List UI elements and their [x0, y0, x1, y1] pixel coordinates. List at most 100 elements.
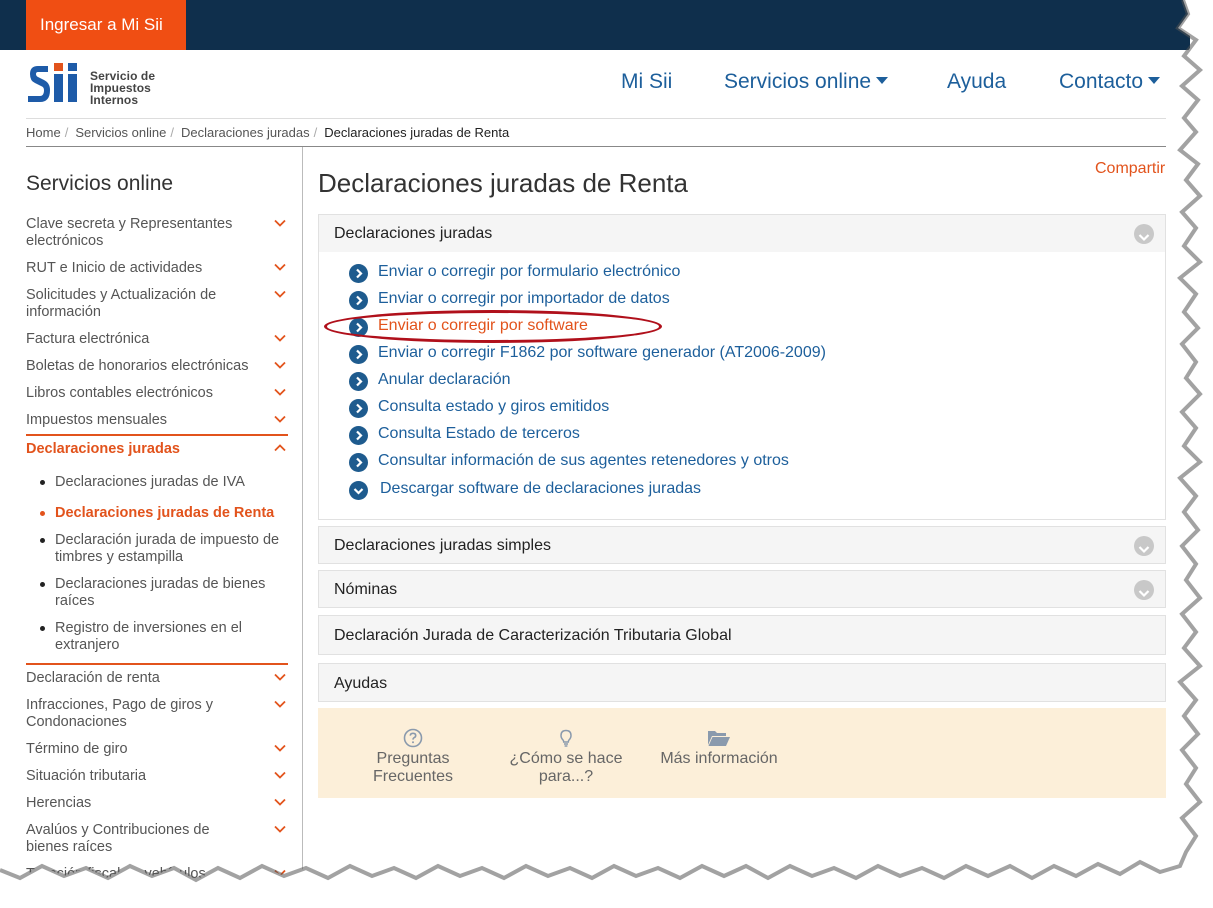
sidebar-subitem-label: Declaración jurada de impuesto de timbre… — [55, 532, 280, 565]
sidebar-item-clave-secreta[interactable]: Clave secreta y Representantes electróni… — [26, 216, 288, 250]
sidebar-item-label: Situación tributaria — [26, 768, 147, 784]
nav-ayuda[interactable]: Ayuda — [947, 70, 1006, 94]
login-button[interactable]: Ingresar a Mi Sii — [26, 0, 186, 50]
expand-circle-icon — [1134, 580, 1154, 600]
share-link[interactable]: Compartir — [1095, 160, 1165, 178]
chevron-down-icon — [1138, 590, 1150, 598]
help-box: Preguntas Frecuentes ¿Cómo se hace para.… — [318, 708, 1166, 798]
sidebar-item-situacion-tributaria[interactable]: Situación tributaria — [26, 768, 288, 785]
sidebar-subitem-label: Declaraciones juradas de IVA — [55, 474, 245, 490]
bullet-icon — [40, 538, 45, 543]
nav-contacto[interactable]: Contacto — [1059, 70, 1161, 94]
link-label: Descargar software de declaraciones jura… — [380, 480, 702, 497]
sidebar-item-impuestos-mensuales[interactable]: Impuestos mensuales — [26, 412, 288, 429]
chevron-right-circle-icon — [349, 399, 368, 418]
panel-caracterizacion-tributaria[interactable]: Declaración Jurada de Caracterización Tr… — [318, 615, 1166, 655]
link-label: Enviar o corregir por formulario electró… — [378, 263, 681, 280]
sii-logo[interactable]: Servicio de Impuestos Internos — [26, 60, 166, 110]
panel-declaraciones-juradas[interactable]: Declaraciones juradas — [318, 214, 1166, 253]
sidebar-item-label: Libros contables electrónicos — [26, 385, 213, 401]
page: Ingresar a Mi Sii Servicio de Impuestos … — [0, 0, 1190, 890]
sidebar-active-rule — [26, 434, 288, 436]
bullet-icon — [40, 582, 45, 587]
help-line-1: Más información — [660, 750, 778, 767]
folder-open-icon — [708, 731, 730, 746]
sidebar-item-boletas[interactable]: Boletas de honorarios electrónicas — [26, 358, 288, 375]
question-circle-icon — [403, 728, 423, 748]
help-como-se-hace[interactable]: ¿Cómo se hace para...? — [506, 728, 626, 786]
sidebar-item-label: Término de giro — [26, 741, 128, 757]
sidebar-item-label: Declaraciones juradas — [26, 441, 180, 457]
panel-nominas[interactable]: Nóminas — [318, 570, 1166, 608]
expand-circle-icon — [1134, 536, 1154, 556]
chevron-down-icon — [274, 700, 286, 708]
chevron-down-icon — [274, 673, 286, 681]
chevron-down-icon — [274, 388, 286, 396]
chevron-down-icon — [274, 771, 286, 779]
sidebar-subitem-bienes-raices[interactable]: Declaraciones juradas de bienes raíces — [40, 576, 288, 610]
breadcrumb-servicios-online[interactable]: Servicios online — [75, 125, 166, 140]
nav-servicios-online-label: Servicios online — [724, 70, 872, 93]
nav-servicios-online[interactable]: Servicios online — [724, 70, 889, 94]
sidebar-title: Servicios online — [26, 172, 174, 195]
sidebar-item-declaracion-renta[interactable]: Declaración de renta — [26, 670, 288, 687]
caret-down-icon — [1148, 76, 1161, 84]
breadcrumb-declaraciones-juradas[interactable]: Declaraciones juradas — [181, 125, 310, 140]
nav-contacto-label: Contacto — [1059, 70, 1144, 93]
chevron-down-icon — [274, 744, 286, 752]
nav-mi-sii[interactable]: Mi Sii — [621, 70, 672, 94]
lightbulb-icon — [560, 729, 572, 747]
chevron-down-icon — [274, 263, 286, 271]
sidebar-item-herencias[interactable]: Herencias — [26, 795, 288, 812]
link-label: Anular declaración — [378, 371, 511, 388]
sidebar-item-termino-giro[interactable]: Término de giro — [26, 741, 288, 758]
panel-label: Declaraciones juradas — [334, 225, 493, 242]
sidebar-item-rut[interactable]: RUT e Inicio de actividades — [26, 260, 288, 277]
breadcrumb-divider — [26, 146, 1166, 147]
sidebar-item-declaraciones-juradas[interactable]: Declaraciones juradas — [26, 441, 288, 458]
panel-ayudas[interactable]: Ayudas — [318, 663, 1166, 702]
sidebar-item-tasacion[interactable]: Tasación fiscal de vehículos — [26, 866, 288, 883]
sidebar-subitem-renta[interactable]: Declaraciones juradas de Renta — [40, 505, 288, 522]
sidebar-subitem-timbres[interactable]: Declaración jurada de impuesto de timbre… — [40, 532, 288, 566]
sidebar-item-label: Herencias — [26, 795, 92, 811]
help-preguntas-frecuentes[interactable]: Preguntas Frecuentes — [368, 728, 458, 786]
chevron-down-icon — [1138, 546, 1150, 554]
sidebar-item-factura[interactable]: Factura electrónica — [26, 331, 288, 348]
sidebar-item-label: Solicitudes y Actualización de informaci… — [26, 287, 217, 320]
chevron-down-icon — [274, 334, 286, 342]
top-bar: Ingresar a Mi Sii — [0, 0, 1190, 50]
bullet-icon — [40, 511, 45, 516]
chevron-down-icon — [274, 361, 286, 369]
link-label: Consulta estado y giros emitidos — [378, 398, 610, 415]
sidebar-item-label: Tasación fiscal de vehículos — [26, 866, 206, 882]
sidebar-item-label: Impuestos mensuales — [26, 412, 168, 428]
help-line-1: Preguntas — [376, 750, 450, 767]
panel-declaraciones-juradas-simples[interactable]: Declaraciones juradas simples — [318, 526, 1166, 564]
nav-ayuda-label: Ayuda — [947, 70, 1007, 93]
sidebar-item-infracciones[interactable]: Infracciones, Pago de giros y Condonacio… — [26, 697, 288, 731]
bullet-icon — [40, 626, 45, 631]
sidebar-active-rule — [26, 663, 288, 665]
breadcrumb: Home / Servicios online / Declaraciones jura… — [26, 125, 509, 140]
panel-label: Nóminas — [334, 581, 398, 598]
logo-line-3: Internos — [90, 93, 139, 107]
sidebar-item-avaluos[interactable]: Avalúos y Contribuciones de bienes raíce… — [26, 822, 288, 856]
sidebar-item-label: Factura electrónica — [26, 331, 150, 347]
breadcrumb-home[interactable]: Home — [26, 125, 61, 140]
chevron-down-icon — [274, 415, 286, 423]
highlight-oval — [324, 310, 662, 343]
sidebar-item-libros[interactable]: Libros contables electrónicos — [26, 385, 288, 402]
sidebar-item-solicitudes[interactable]: Solicitudes y Actualización de informaci… — [26, 287, 288, 321]
sidebar-subitem-iva[interactable]: Declaraciones juradas de IVA — [40, 474, 288, 491]
sidebar-item-label: RUT e Inicio de actividades — [26, 260, 203, 276]
help-line-2: Frecuentes — [372, 768, 454, 785]
chevron-down-circle-icon — [349, 481, 368, 500]
sidebar-item-label: Declaración de renta — [26, 670, 160, 686]
bullet-icon — [40, 480, 45, 485]
sidebar-subitem-inversiones[interactable]: Registro de inversiones en el extranjero — [40, 620, 288, 654]
help-mas-informacion[interactable]: Más información — [658, 728, 780, 768]
chevron-right-circle-icon — [349, 372, 368, 391]
link-label: Enviar o corregir F1862 por software gen… — [378, 344, 826, 361]
sidebar-item-label: Boletas de honorarios electrónicas — [26, 358, 249, 374]
